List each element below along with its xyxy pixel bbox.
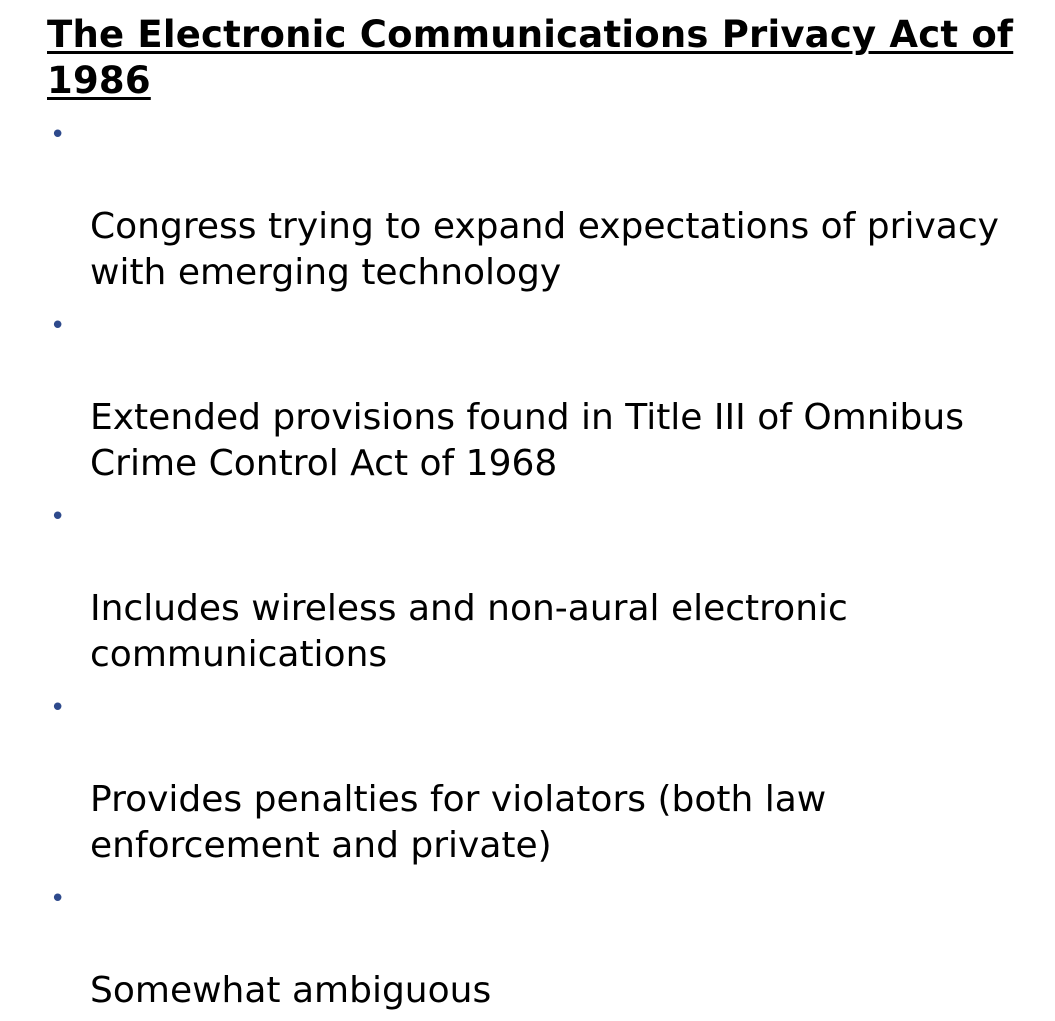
bullet-item: • Congress trying to expand expectations… [40,112,1055,296]
bullet-icon: • [50,311,66,341]
bullet-text: Provides penalties for violators (both l… [90,779,827,866]
bullet-text: Somewhat ambiguous [90,970,492,1011]
bullet-text: Includes wireless and non-aural electron… [90,588,848,675]
slide: The Electronic Communications Privacy Ac… [0,0,1055,1011]
bullet-item: • Somewhat ambiguous [40,876,1055,1014]
bullet-icon: • [50,120,66,150]
bullet-list: • Congress trying to expand expectations… [40,112,1055,1021]
slide-title: The Electronic Communications Privacy Ac… [47,13,1014,102]
bullet-icon: • [50,884,66,914]
bullet-item: • Extended provisions found in Title III… [40,303,1055,487]
bullet-text: Extended provisions found in Title III o… [90,397,964,484]
bullet-icon: • [50,502,66,532]
bullet-item: • Includes wireless and non-aural electr… [40,494,1055,678]
bullet-icon: • [50,693,66,723]
bullet-text: Congress trying to expand expectations o… [90,206,999,293]
bullet-item: • Provides penalties for violators (both… [40,685,1055,869]
